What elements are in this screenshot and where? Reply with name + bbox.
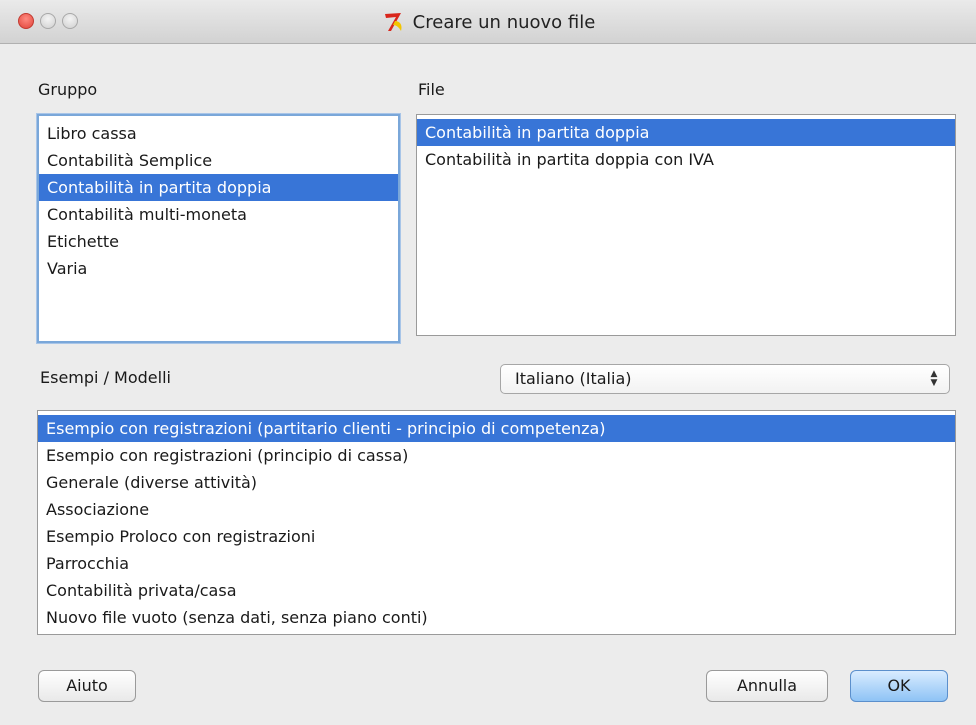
examples-list[interactable]: Esempio con registrazioni (partitario cl… — [37, 410, 956, 635]
group-list-item[interactable]: Etichette — [39, 228, 398, 255]
example-list-item[interactable]: Esempio con registrazioni (principio di … — [38, 442, 955, 469]
ok-button[interactable]: OK — [850, 670, 948, 702]
select-arrows-icon: ▲ ▼ — [930, 369, 938, 388]
example-list-item[interactable]: Associazione — [38, 496, 955, 523]
examples-label: Esempi / Modelli — [40, 368, 171, 387]
example-list-item[interactable]: Esempio Proloco con registrazioni — [38, 523, 955, 550]
file-list[interactable]: Contabilità in partita doppia Contabilità… — [416, 114, 956, 336]
example-list-item[interactable]: Nuovo file vuoto (senza dati, senza pian… — [38, 604, 955, 631]
help-button[interactable]: Aiuto — [38, 670, 136, 702]
example-list-item[interactable]: Esempio con registrazioni (partitario cl… — [38, 415, 955, 442]
group-label: Gruppo — [38, 80, 98, 99]
example-list-item[interactable]: Parrocchia — [38, 550, 955, 577]
examples-list-items: Esempio con registrazioni (partitario cl… — [38, 411, 955, 631]
file-list-item[interactable]: Contabilità in partita doppia con IVA — [417, 146, 955, 173]
example-list-item[interactable]: Generale (diverse attività) — [38, 469, 955, 496]
cancel-button[interactable]: Annulla — [706, 670, 828, 702]
title-bar: Creare un nuovo file — [0, 0, 976, 44]
group-list-item[interactable]: Contabilità Semplice — [39, 147, 398, 174]
group-list[interactable]: Libro cassa Contabilità Semplice Contabili… — [37, 114, 400, 343]
file-label: File — [418, 80, 445, 99]
title-wrap: Creare un nuovo file — [0, 0, 976, 44]
group-list-item[interactable]: Contabilità multi-moneta — [39, 201, 398, 228]
banana-app-icon — [384, 13, 402, 31]
file-list-items: Contabilità in partita doppia Contabilità… — [417, 115, 955, 173]
file-list-item[interactable]: Contabilità in partita doppia — [417, 119, 955, 146]
group-list-items: Libro cassa Contabilità Semplice Contabili… — [39, 116, 398, 282]
new-file-dialog: Creare un nuovo file Gruppo Libro cassa C… — [0, 0, 976, 725]
language-select-value: Italiano (Italia) — [515, 369, 632, 388]
language-select[interactable]: Italiano (Italia) ▲ ▼ — [500, 364, 950, 394]
example-list-item[interactable]: Contabilità privata/casa — [38, 577, 955, 604]
group-list-item[interactable]: Contabilità in partita doppia — [39, 174, 398, 201]
window-title: Creare un nuovo file — [412, 11, 596, 33]
group-list-item[interactable]: Libro cassa — [39, 120, 398, 147]
group-list-item[interactable]: Varia — [39, 255, 398, 282]
